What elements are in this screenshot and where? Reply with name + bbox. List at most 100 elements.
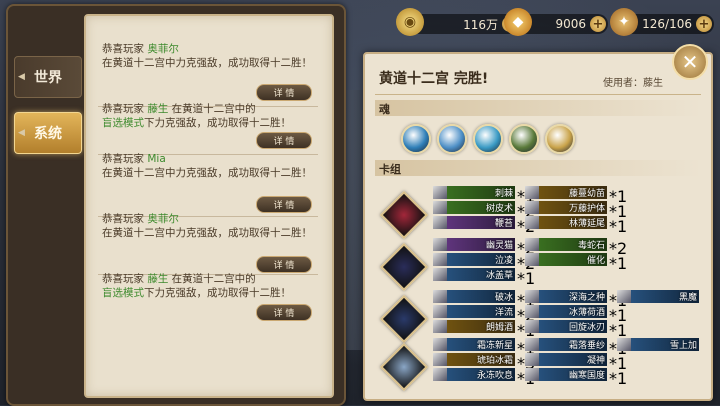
chevron-left-icon: ◀ xyxy=(18,128,25,138)
diamond-counter: ◆ 9006 + xyxy=(504,8,608,36)
card-art xyxy=(525,338,539,351)
deck-card[interactable]: 冰盖草 xyxy=(433,268,515,281)
deck-card[interactable]: 鞭苔 xyxy=(433,216,515,229)
soul-icon[interactable] xyxy=(437,124,467,154)
tab-system[interactable]: ◀ 系统 xyxy=(14,112,82,154)
card-name: 深海之种 xyxy=(568,293,605,303)
detail-button[interactable]: 详 情 xyxy=(256,132,312,149)
card-name: 树皮术 xyxy=(485,204,513,214)
deck-card[interactable]: 幽灵猫 xyxy=(433,238,515,251)
hero-portrait[interactable] xyxy=(379,342,429,392)
log-entry: 恭喜玩家 藤生 在黄道十二宫中的 盲选模式下力克强敌，成功取得十二胜！ xyxy=(102,273,291,299)
soul-icon[interactable] xyxy=(509,124,539,154)
tab-world[interactable]: ◀ 世界 xyxy=(14,56,82,98)
deck-card[interactable]: 泣凌 xyxy=(433,253,515,266)
mode-name: 盲选模式 xyxy=(102,117,144,129)
card-art xyxy=(433,201,447,214)
card-count: *1 xyxy=(609,369,628,388)
card-count: *1 xyxy=(517,269,536,288)
deck-card[interactable]: 雪上加 xyxy=(617,338,699,351)
soul-icon[interactable] xyxy=(545,124,575,154)
log-entry: 恭喜玩家 Mia 在黄道十二宫中力克强敌，成功取得十二胜！ xyxy=(102,153,312,179)
player-name: 奥菲尔 xyxy=(147,43,179,55)
card-art xyxy=(433,353,447,366)
deck-card[interactable]: 凝神 xyxy=(525,353,607,366)
card-name: 回旋冰刃 xyxy=(568,323,605,333)
deck-card[interactable]: 催化 xyxy=(525,253,607,266)
deck-card[interactable]: 洋流 xyxy=(433,305,515,318)
card-art xyxy=(617,338,631,351)
card-name: 藤蔓幼苗 xyxy=(568,189,605,199)
card-count: *1 xyxy=(609,254,628,273)
deck-card[interactable]: 深海之种 xyxy=(525,290,607,303)
coin-counter: ◉ 116万 + xyxy=(396,8,520,36)
deck-card[interactable]: 永冻吹息 xyxy=(433,368,515,381)
card-name: 破冰 xyxy=(494,293,513,303)
card-art xyxy=(525,353,539,366)
result-user: 使用者：藤生 xyxy=(603,78,663,89)
close-button[interactable]: ✕ xyxy=(672,44,708,80)
hero-portrait[interactable] xyxy=(379,294,429,344)
deck-card[interactable]: 幽寒国度 xyxy=(525,368,607,381)
deck-card[interactable]: 破冰 xyxy=(433,290,515,303)
card-art xyxy=(433,238,447,251)
card-name: 冰盖草 xyxy=(485,271,513,281)
result-panel: 黄道十二宫 完胜! 使用者：藤生 魂 卡组 刺棘*1藤蔓幼苗*1树皮术*2万藤护… xyxy=(363,52,713,401)
card-art xyxy=(433,368,447,381)
deck-card[interactable]: 霜冻新星 xyxy=(433,338,515,351)
card-art xyxy=(525,368,539,381)
card-count: *1 xyxy=(609,217,628,236)
deck-card[interactable]: 藤蔓幼苗 xyxy=(525,186,607,199)
stamina-counter: ✦ 126/106 + xyxy=(610,8,714,36)
hero-portrait[interactable] xyxy=(379,242,429,292)
card-art xyxy=(433,253,447,266)
player-name: 奥菲尔 xyxy=(147,213,179,225)
tab-system-label: 系统 xyxy=(34,126,62,142)
detail-button[interactable]: 详 情 xyxy=(256,84,312,101)
system-log-panel[interactable]: 恭喜玩家 奥菲尔 在黄道十二宫中力克强敌，成功取得十二胜！ 详 情 恭喜玩家 藤… xyxy=(84,14,334,398)
card-name: 泣凌 xyxy=(494,256,513,266)
close-icon: ✕ xyxy=(681,50,699,74)
deck-card[interactable]: 回旋冰刃 xyxy=(525,320,607,333)
player-name: Mia xyxy=(147,153,166,165)
hero-portrait[interactable] xyxy=(379,190,429,240)
add-diamond-button[interactable]: + xyxy=(590,16,606,32)
card-name: 霜落垂纱 xyxy=(568,341,605,351)
card-name: 洋流 xyxy=(494,308,513,318)
deck-card[interactable]: 黑魔 xyxy=(617,290,699,303)
deck-card[interactable]: 林薄延尾 xyxy=(525,216,607,229)
detail-button[interactable]: 详 情 xyxy=(256,196,312,213)
card-name: 万藤护体 xyxy=(568,204,605,214)
card-art xyxy=(617,290,631,303)
card-art xyxy=(433,216,447,229)
soul-icon[interactable] xyxy=(401,124,431,154)
card-art xyxy=(525,320,539,333)
card-art xyxy=(433,186,447,199)
deck-card[interactable]: 万藤护体 xyxy=(525,201,607,214)
deck-card[interactable]: 霜落垂纱 xyxy=(525,338,607,351)
player-name: 藤生 xyxy=(147,103,169,115)
card-art xyxy=(433,290,447,303)
add-stamina-button[interactable]: + xyxy=(696,16,712,32)
card-name: 朗姆酒 xyxy=(485,323,513,333)
detail-button[interactable]: 详 情 xyxy=(256,304,312,321)
deck-card[interactable]: 冰薄荷酒 xyxy=(525,305,607,318)
card-name: 永冻吹息 xyxy=(476,371,513,381)
soul-section-bar xyxy=(375,100,701,116)
card-name: 琥珀冰霜 xyxy=(476,356,513,366)
soul-icon[interactable] xyxy=(473,124,503,154)
deck-card[interactable]: 琥珀冰霜 xyxy=(433,353,515,366)
divider xyxy=(375,94,701,95)
detail-button[interactable]: 详 情 xyxy=(256,256,312,273)
deck-card[interactable]: 毒蛇石 xyxy=(525,238,607,251)
card-art xyxy=(433,305,447,318)
card-name: 雪上加 xyxy=(669,341,697,351)
card-name: 凝神 xyxy=(586,356,605,366)
log-entry: 恭喜玩家 奥菲尔 在黄道十二宫中力克强敌，成功取得十二胜！ xyxy=(102,213,312,239)
deck-card[interactable]: 朗姆酒 xyxy=(433,320,515,333)
card-name: 幽寒国度 xyxy=(568,371,605,381)
card-art xyxy=(433,338,447,351)
deck-card[interactable]: 树皮术 xyxy=(433,201,515,214)
deck-card[interactable]: 刺棘 xyxy=(433,186,515,199)
card-art xyxy=(525,305,539,318)
